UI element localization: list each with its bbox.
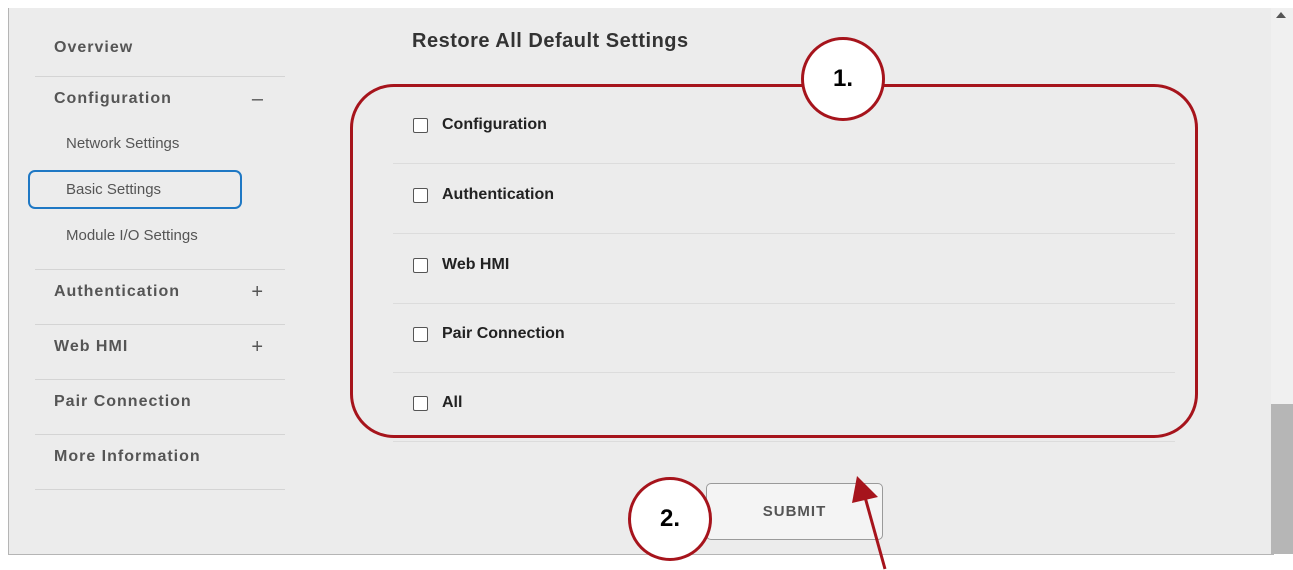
scroll-up-icon[interactable] (1276, 12, 1286, 18)
scrollbar-thumb[interactable] (1271, 404, 1293, 554)
arrow-icon (852, 476, 887, 570)
